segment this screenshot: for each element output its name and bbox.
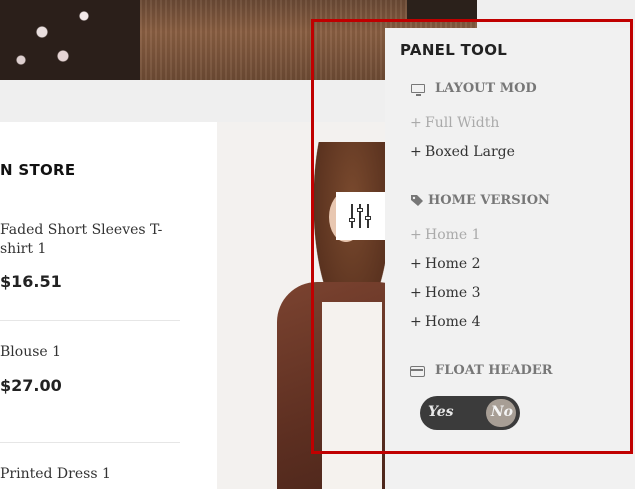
credit-card-icon <box>410 366 425 377</box>
sliders-icon <box>349 204 371 228</box>
float-header-toggle[interactable]: Yes No <box>420 396 520 430</box>
panel-toggle-tab[interactable] <box>336 192 385 240</box>
product-name[interactable]: Printed Dress 1 <box>0 465 180 484</box>
divider <box>0 320 180 321</box>
tag-icon <box>411 195 423 206</box>
home-option-4[interactable]: + Home 4 <box>410 314 481 330</box>
product-name[interactable]: Blouse 1 <box>0 343 180 362</box>
home-version-heading: HOME VERSION <box>428 193 550 208</box>
product-price: $27.00 <box>0 376 62 395</box>
product-price: $16.51 <box>0 272 62 291</box>
home-option-1[interactable]: + Home 1 <box>410 227 481 243</box>
toggle-no-label: No <box>490 404 513 420</box>
float-header-heading: FLOAT HEADER <box>435 363 553 378</box>
layout-option-boxed-large[interactable]: + Boxed Large <box>410 144 515 160</box>
panel-title: PANEL TOOL <box>400 41 508 59</box>
product-name[interactable]: Faded Short Sleeves T-shirt 1 <box>0 221 180 259</box>
flowers-decoration <box>0 0 140 80</box>
monitor-icon <box>411 84 425 96</box>
store-title: N STORE <box>0 161 76 179</box>
divider <box>0 442 180 443</box>
home-option-2[interactable]: + Home 2 <box>410 256 481 272</box>
toggle-yes-label: Yes <box>428 404 454 420</box>
layout-mode-heading: LAYOUT MOD <box>435 81 537 96</box>
home-option-3[interactable]: + Home 3 <box>410 285 481 301</box>
layout-option-full-width[interactable]: + Full Width <box>410 115 499 131</box>
